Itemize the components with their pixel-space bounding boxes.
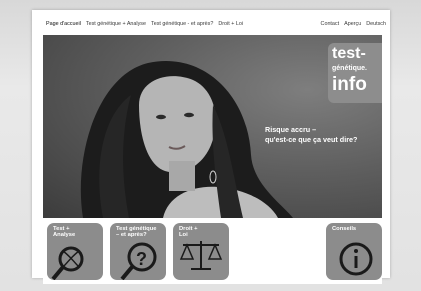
nav-contact-link[interactable]: Contact bbox=[321, 21, 340, 27]
tagline-line2: qu'est-ce que ça veut dire? bbox=[265, 135, 358, 144]
tile-label: Droit + Loi bbox=[179, 226, 198, 239]
page-container: Page d'accueil Test génétique + Analyse … bbox=[32, 10, 390, 284]
logo-line2: génétique. bbox=[332, 65, 368, 72]
tile-label: Test génétique – et après? bbox=[116, 226, 157, 239]
hero-tagline[interactable]: Risque accru – qu'est-ce que ça veut dir… bbox=[265, 125, 382, 145]
hero-banner: test- génétique. info Risque accru – qu'… bbox=[43, 35, 382, 218]
nav-apercu-link[interactable]: Aperçu bbox=[344, 21, 361, 27]
tile-test-analyse[interactable]: Test + Analyse bbox=[47, 223, 103, 280]
tile-droit-loi[interactable]: Droit + Loi bbox=[173, 223, 229, 280]
top-navigation: Page d'accueil Test génétique + Analyse … bbox=[46, 21, 386, 33]
logo-line3: info bbox=[332, 74, 367, 95]
tile-label: Conseils bbox=[332, 226, 357, 232]
tile-test-apres[interactable]: ? Test génétique – et après? bbox=[110, 223, 166, 280]
tile-row: Test + Analyse ? Test génétique – et apr… bbox=[43, 218, 382, 284]
logo-line1: test- bbox=[332, 45, 366, 62]
nav-home-link[interactable]: Page d'accueil bbox=[46, 21, 81, 27]
nav-language-link[interactable]: Deutsch bbox=[366, 21, 386, 27]
svg-text:?: ? bbox=[136, 249, 147, 269]
site-logo[interactable]: test- génétique. info bbox=[328, 43, 382, 103]
main-nav: Page d'accueil Test génétique + Analyse … bbox=[46, 21, 243, 27]
meta-nav: Contact Aperçu Deutsch bbox=[321, 21, 386, 27]
tile-label: Test + Analyse bbox=[53, 226, 76, 239]
nav-droit-loi-link[interactable]: Droit + Loi bbox=[218, 21, 243, 27]
nav-test-analyse-link[interactable]: Test génétique + Analyse bbox=[86, 21, 146, 27]
nav-test-apres-link[interactable]: Test génétique - et après? bbox=[151, 21, 213, 27]
tagline-line1: Risque accru – bbox=[265, 125, 317, 134]
tile-conseils[interactable]: Conseils bbox=[326, 223, 382, 280]
